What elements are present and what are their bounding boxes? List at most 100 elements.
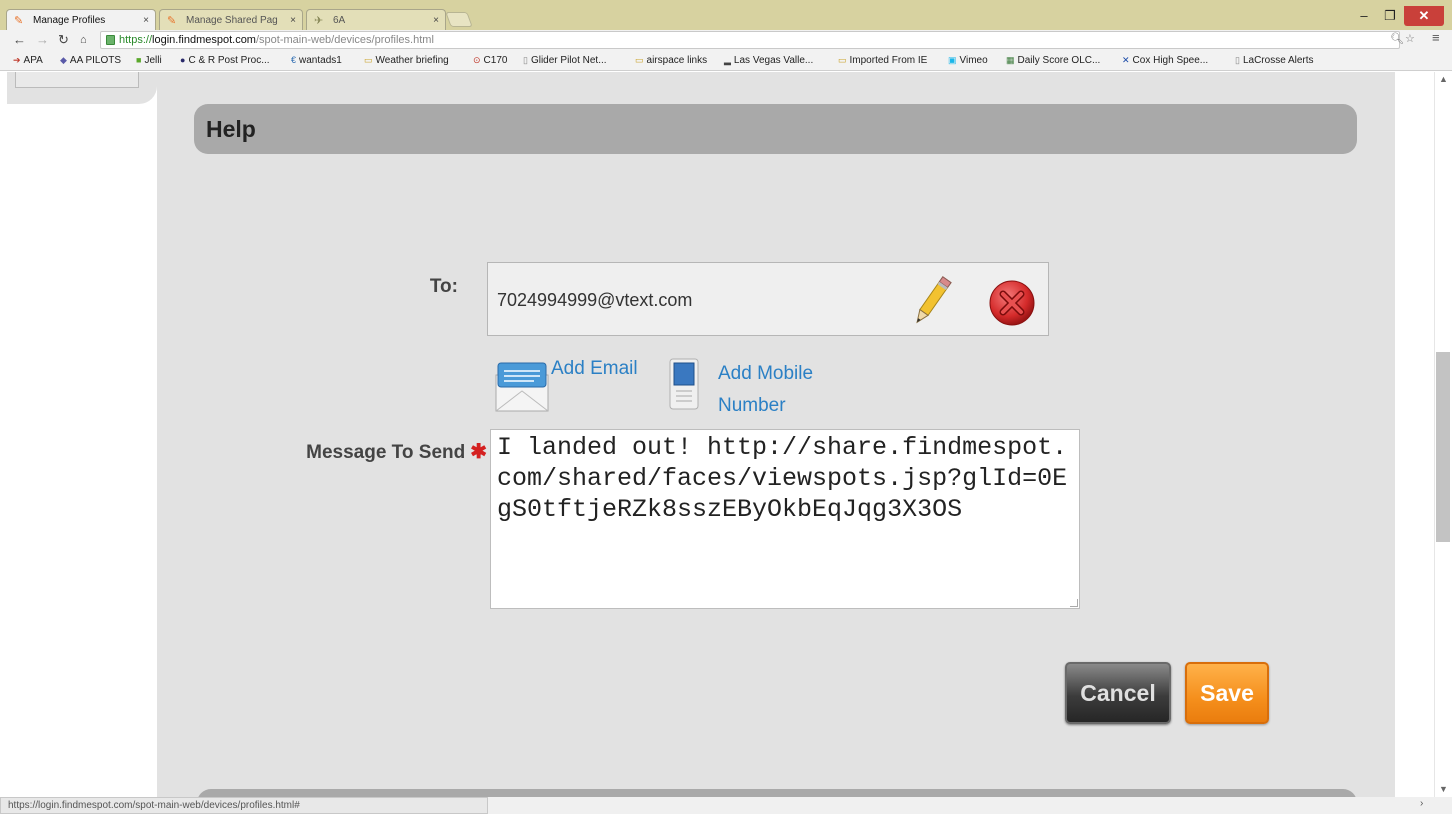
url-path: /spot-main-web/devices/profiles.html [255, 34, 434, 46]
bookmark-item[interactable]: ➔ APA [13, 53, 43, 68]
message-label: Message To Send [306, 442, 466, 463]
tab-close-icon[interactable]: × [433, 10, 439, 30]
resize-grip-icon[interactable] [1070, 599, 1078, 607]
folder-icon: ▭ [364, 55, 373, 65]
maximize-button[interactable]: ❐ [1378, 6, 1402, 26]
target-icon: ⊙ [473, 55, 481, 65]
section-title: Help [206, 116, 256, 142]
to-label: To: [429, 276, 458, 297]
bookmark-item[interactable]: ◆ AA PILOTS [60, 53, 121, 68]
bookmark-label: Vimeo [959, 55, 988, 66]
navigation-bar: ← → ↻ ⌂ https://login.findmespot.com/spo… [0, 30, 1452, 50]
bookmark-label: Imported From IE [849, 55, 928, 66]
bookmark-item[interactable]: ▂ Las Vegas Valle... [724, 53, 813, 68]
bookmark-item[interactable]: ▭ Imported From IE [838, 53, 927, 68]
bookmarks-bar: ➔ APA ◆ AA PILOTS ■ Jelli ● C & R Post Proc.… [0, 50, 1452, 71]
add-email-label: Add Email [551, 358, 638, 379]
scroll-up-icon[interactable]: ▲ [1439, 74, 1448, 84]
page-viewport: Help To: 7024994999@vtext.com Add Email … [0, 72, 1434, 797]
bookmark-item[interactable]: ⊙ C170 [473, 53, 507, 68]
bookmark-item[interactable]: ▣ Vimeo [948, 53, 988, 68]
save-button[interactable]: Save [1185, 662, 1269, 724]
url-text[interactable]: https://login.findmespot.com/spot-main-w… [119, 33, 434, 48]
euro-icon: € [291, 55, 297, 65]
left-panel [7, 72, 157, 104]
bookmark-label: LaCrosse Alerts [1242, 55, 1314, 66]
spot-favicon-icon: ✎ [167, 15, 177, 27]
close-window-button[interactable]: ✕ [1404, 6, 1444, 26]
bookmark-label: Cox High Spee... [1132, 55, 1209, 66]
forward-arrow-icon[interactable]: → [36, 31, 49, 49]
tab-title: 6A [333, 15, 346, 26]
bookmark-item[interactable]: ▦ Daily Score OLC... [1006, 53, 1100, 68]
bookmark-label: Las Vegas Valle... [733, 55, 814, 66]
bookmark-item[interactable]: ▯ LaCrosse Alerts [1235, 53, 1314, 68]
add-mobile-button[interactable]: Add Mobile Number [666, 355, 846, 419]
bookmark-label: Glider Pilot Net... [530, 55, 607, 66]
bookmark-item[interactable]: € wantads1 [291, 53, 342, 68]
jelli-icon: ■ [136, 55, 142, 65]
home-icon[interactable]: ⌂ [80, 31, 87, 49]
scroll-down-icon[interactable]: ▼ [1439, 784, 1448, 794]
status-url: https://login.findmespot.com/spot-main-w… [0, 797, 488, 814]
tab-6a[interactable]: ✈ 6A × [306, 9, 446, 30]
bookmark-label: Jelli [144, 55, 162, 66]
recipient-address: 7024994999@vtext.com [497, 290, 693, 310]
address-bar[interactable]: https://login.findmespot.com/spot-main-w… [100, 31, 1400, 49]
tab-close-icon[interactable]: × [143, 10, 149, 30]
tab-manage-shared-page[interactable]: ✎ Manage Shared Pag × [159, 9, 303, 30]
pencil-edit-icon[interactable] [910, 273, 954, 329]
new-tab-button[interactable] [445, 12, 473, 27]
required-asterisk-icon: ✱ [470, 441, 487, 463]
folder-icon: ▭ [635, 55, 644, 65]
help-section-header[interactable]: Help [194, 104, 1357, 154]
bookmark-label: Daily Score OLC... [1017, 55, 1101, 66]
tab-close-icon[interactable]: × [290, 10, 296, 30]
scroll-right-icon[interactable]: › [1420, 798, 1423, 809]
bookmark-label: C170 [483, 55, 508, 66]
chart-icon: ▂ [724, 55, 731, 65]
back-arrow-icon[interactable]: ← [13, 31, 26, 49]
bookmark-star-icon[interactable]: ☆ [1405, 32, 1415, 45]
scrollbar-thumb[interactable] [1436, 352, 1450, 542]
recipient-box: 7024994999@vtext.com [487, 262, 1049, 336]
bookmark-item[interactable]: ✕ Cox High Spee... [1122, 53, 1208, 68]
url-scheme: https:// [119, 34, 153, 46]
tab-manage-profiles[interactable]: ✎ Manage Profiles × [6, 9, 156, 30]
folder-icon: ▭ [838, 55, 847, 65]
bookmark-item[interactable]: ● C & R Post Proc... [180, 53, 270, 68]
diamond-icon: ◆ [60, 55, 67, 65]
lock-icon [106, 35, 115, 45]
page-icon: ▯ [523, 55, 528, 65]
bookmark-item[interactable]: ▯ Glider Pilot Net... [523, 53, 607, 68]
cancel-button[interactable]: Cancel [1065, 662, 1171, 724]
page-icon: ▯ [1235, 55, 1240, 65]
tab-title: Manage Profiles [33, 15, 106, 26]
url-host: login.findmespot.com [152, 34, 256, 46]
cox-icon: ✕ [1122, 55, 1130, 65]
zoom-icon[interactable]: 🔍︎ [1390, 32, 1404, 45]
bookmark-item[interactable]: ▭ Weather briefing [364, 53, 449, 68]
main-content: Help To: 7024994999@vtext.com Add Email … [157, 72, 1395, 797]
delete-icon[interactable] [988, 279, 1036, 327]
reload-icon[interactable]: ↻ [58, 31, 69, 49]
message-textarea[interactable]: I landed out! http://share.findmespot.co… [490, 429, 1080, 609]
envelope-icon [495, 362, 549, 412]
vertical-scrollbar[interactable]: ▲ ▼ [1434, 72, 1452, 797]
globe-icon: ● [180, 55, 186, 65]
minimize-button[interactable]: – [1352, 6, 1376, 26]
next-section-header [197, 789, 1357, 797]
bookmark-item[interactable]: ■ Jelli [136, 53, 162, 68]
bookmark-label: Weather briefing [375, 55, 449, 66]
arrow-icon: ➔ [13, 55, 21, 65]
bookmark-item[interactable]: ▭ airspace links [635, 53, 707, 68]
bookmark-label: APA [23, 55, 43, 66]
page-favicon-icon: ✈ [314, 15, 324, 27]
browser-menu-icon[interactable]: ≡ [1432, 30, 1440, 45]
bookmark-label: AA PILOTS [69, 55, 122, 66]
tab-title: Manage Shared Pag [186, 15, 278, 26]
add-email-button[interactable]: Add Email [494, 355, 654, 415]
bookmark-label: wantads1 [299, 55, 342, 66]
add-mobile-label: Add Mobile Number [718, 363, 814, 416]
bookmark-label: C & R Post Proc... [188, 55, 270, 66]
